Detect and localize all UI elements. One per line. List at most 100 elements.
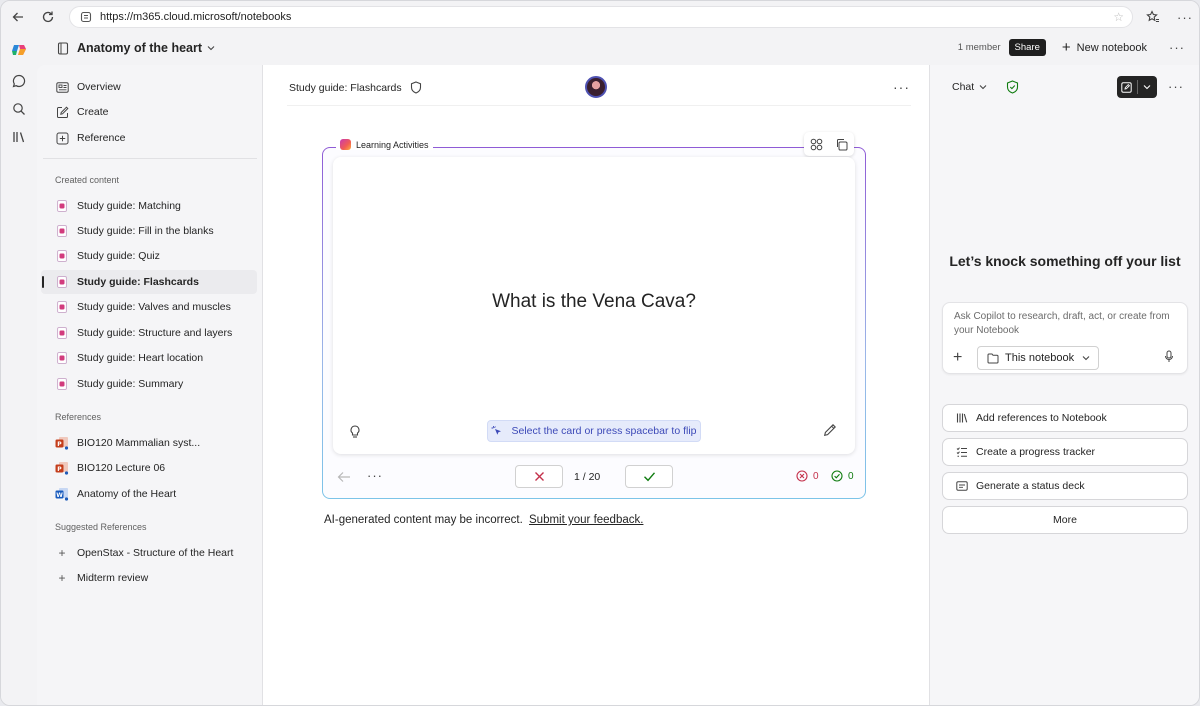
chat-mode-menu[interactable]: Chat <box>952 81 987 93</box>
flashcard[interactable]: What is the Vena Cava? Select the card o… <box>333 157 855 454</box>
favorite-star-icon[interactable]: ☆ <box>1113 10 1124 24</box>
mark-wrong-button[interactable] <box>515 465 563 488</box>
wrong-circle-icon <box>796 470 808 482</box>
notebook-icon <box>57 41 69 55</box>
chat-heading: Let’s knock something off your list <box>949 253 1181 269</box>
study-guide-icon <box>55 224 69 238</box>
back-arrow-icon[interactable] <box>9 8 27 26</box>
word-file-icon: W <box>55 487 69 501</box>
add-icon[interactable]: + <box>55 546 69 560</box>
lightbulb-icon[interactable] <box>349 425 361 439</box>
sidebar-item-overview[interactable]: Overview <box>41 75 257 99</box>
new-notebook-label: New notebook <box>1076 41 1147 54</box>
sidebar-item-create[interactable]: Create <box>41 100 257 124</box>
scope-dropdown[interactable]: This notebook <box>977 346 1099 370</box>
new-notebook-button[interactable]: + New notebook <box>1062 39 1147 56</box>
study-guide-icon <box>55 275 69 289</box>
flip-hint[interactable]: Select the card or press spacebar to fli… <box>487 420 701 442</box>
sidebar-item-anatomy-heart[interactable]: W Anatomy of the Heart <box>41 482 257 506</box>
copy-icon[interactable] <box>835 138 848 151</box>
suggestion-progress-tracker[interactable]: Create a progress tracker <box>942 438 1188 466</box>
app-window: https://m365.cloud.microsoft/notebooks ☆… <box>0 0 1200 706</box>
close-icon <box>534 472 544 481</box>
library-icon[interactable] <box>10 128 28 146</box>
card-more-icon[interactable]: ··· <box>367 468 383 483</box>
chat-pane: Chat ··· Let’s knock something off your … <box>929 65 1199 705</box>
suggested-references-heading: Suggested References <box>55 522 147 532</box>
share-button[interactable]: Share <box>1008 39 1046 56</box>
study-guide-icon <box>55 199 69 213</box>
wrong-score: 0 <box>796 470 819 482</box>
sidebar-item-openstax[interactable]: + OpenStax - Structure of the Heart <box>41 541 257 565</box>
notebook-title-menu[interactable]: Anatomy of the heart <box>57 41 215 55</box>
page-more-icon[interactable]: ··· <box>893 79 910 95</box>
mark-right-button[interactable] <box>625 465 673 488</box>
add-attachment-icon[interactable]: + <box>953 349 962 367</box>
browser-toolbar: https://m365.cloud.microsoft/notebooks ☆… <box>1 1 1199 33</box>
browser-menu-icon[interactable]: ··· <box>1176 8 1194 26</box>
chevron-down-icon <box>207 46 215 51</box>
shield-icon[interactable] <box>410 81 422 94</box>
check-circle-icon <box>831 470 843 482</box>
sidebar-item-structure-layers[interactable]: Study guide: Structure and layers <box>41 321 257 345</box>
powerpoint-file-icon: P <box>55 436 69 450</box>
sidebar-item-midterm-review[interactable]: + Midterm review <box>41 566 257 590</box>
svg-text:W: W <box>56 492 63 499</box>
slides-icon <box>956 480 968 491</box>
url-text: https://m365.cloud.microsoft/notebooks <box>100 11 292 23</box>
chat-input[interactable]: Ask Copilot to research, draft, act, or … <box>954 310 1180 338</box>
sidebar-item-quiz[interactable]: Study guide: Quiz <box>41 244 257 268</box>
study-guide-icon <box>55 326 69 340</box>
add-icon[interactable]: + <box>55 571 69 585</box>
chevron-down-icon <box>979 85 987 90</box>
notebook-title: Anatomy of the heart <box>77 41 203 55</box>
powerpoint-file-icon: P <box>55 461 69 475</box>
checklist-icon <box>956 447 967 457</box>
edit-pencil-icon[interactable] <box>823 423 837 437</box>
sidebar-item-valves-muscles[interactable]: Study guide: Valves and muscles <box>41 295 257 319</box>
microphone-icon[interactable] <box>1164 350 1174 363</box>
compose-icon[interactable] <box>1117 76 1137 98</box>
sidebar-item-summary[interactable]: Study guide: Summary <box>41 372 257 396</box>
chat-icon[interactable] <box>10 72 28 90</box>
feedback-link[interactable]: Submit your feedback. <box>529 514 643 526</box>
avatar[interactable] <box>585 76 607 98</box>
sidebar-item-heart-location[interactable]: Study guide: Heart location <box>41 346 257 370</box>
study-guide-icon <box>55 351 69 365</box>
sidebar: Overview Create Reference Created conten… <box>37 65 263 705</box>
site-info-icon[interactable] <box>80 11 92 23</box>
suggestion-more-button[interactable]: More <box>942 506 1188 534</box>
shield-check-icon[interactable] <box>1006 80 1019 94</box>
chevron-down-icon[interactable] <box>1137 76 1157 98</box>
chat-more-icon[interactable]: ··· <box>1168 79 1184 94</box>
member-count[interactable]: 1 member <box>958 42 1001 53</box>
create-icon <box>55 105 69 119</box>
refresh-icon[interactable] <box>39 8 57 26</box>
header-more-icon[interactable]: ··· <box>1169 40 1185 55</box>
previous-arrow-icon[interactable] <box>337 470 351 486</box>
favorites-icon[interactable] <box>1144 8 1162 26</box>
sidebar-item-reference[interactable]: Reference <box>41 126 257 150</box>
search-icon[interactable] <box>10 100 28 118</box>
copilot-logo-icon[interactable] <box>10 41 28 59</box>
references-heading: References <box>55 412 102 422</box>
sidebar-item-bio120-mammalian[interactable]: P BIO120 Mammalian syst... <box>41 431 257 455</box>
suggestion-status-deck[interactable]: Generate a status deck <box>942 472 1188 500</box>
page-title: Study guide: Flashcards <box>289 81 422 94</box>
learning-activities-logo-icon <box>340 139 351 150</box>
sidebar-item-bio120-lecture[interactable]: P BIO120 Lecture 06 <box>41 456 257 480</box>
sidebar-item-matching[interactable]: Study guide: Matching <box>41 194 257 218</box>
new-chat-button[interactable] <box>1117 76 1157 98</box>
chat-input-box[interactable]: Ask Copilot to research, draft, act, or … <box>942 302 1188 374</box>
sidebar-item-fill-in-blanks[interactable]: Study guide: Fill in the blanks <box>41 219 257 243</box>
study-guide-icon <box>55 377 69 391</box>
sidebar-item-flashcards[interactable]: Study guide: Flashcards <box>41 270 257 294</box>
library-icon <box>956 413 968 423</box>
suggestion-add-references[interactable]: Add references to Notebook <box>942 404 1188 432</box>
activity-toolbar <box>804 132 854 156</box>
flashcard-question: What is the Vena Cava? <box>492 291 696 312</box>
grid-view-icon[interactable] <box>810 138 823 151</box>
address-bar[interactable]: https://m365.cloud.microsoft/notebooks ☆ <box>69 6 1133 28</box>
reference-icon <box>55 131 69 145</box>
svg-text:P: P <box>57 466 62 473</box>
